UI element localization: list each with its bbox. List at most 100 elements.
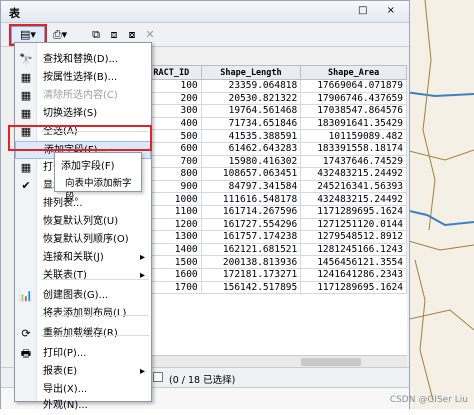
table-cell[interactable]: 15980.416302 (200, 154, 302, 169)
title-bar[interactable]: 表 □ × (1, 1, 409, 23)
menu-separator (41, 315, 149, 316)
menu-item-label: 外观(N)... (43, 400, 88, 411)
menu-item-label: 清除所选内容(C) (43, 90, 118, 101)
table-row[interactable]: 1200 161727.554296 1271251120.0144 (141, 217, 407, 232)
table-cell[interactable]: 245216341.56393 (300, 179, 407, 194)
menu-item-1[interactable]: ▦ 按属性选择(B)... (15, 69, 151, 87)
menu-item-label: 将表添加到布局(L) (43, 308, 127, 319)
table-cell[interactable]: 41535.388591 (200, 129, 302, 143)
menu-item-15[interactable]: ⟳ 重新加载缓存(R) (15, 325, 151, 343)
menu-item-icon (19, 383, 33, 397)
table-cell[interactable]: 19764.561468 (200, 104, 302, 118)
table-cell[interactable]: 108657.063451 (200, 167, 302, 181)
tooltip-text: 向表中添加新字段。 (65, 178, 132, 203)
menu-item-icon (19, 269, 33, 283)
table-cell[interactable]: 17906746.437659 (300, 91, 407, 106)
table-row[interactable]: 100 23359.064818 17669064.071879 (141, 79, 407, 93)
table-row[interactable]: 1000 111616.548178 432483215.24492 (141, 192, 407, 206)
menu-item-icon: 📊 (19, 289, 33, 302)
menu-item-label: 重新加载缓存(R) (43, 328, 118, 339)
table-cell[interactable]: 17669064.071879 (300, 79, 407, 93)
window-controls[interactable]: □ × (358, 5, 403, 16)
table-row[interactable]: 1100 161714.267596 1171289695.1624 (141, 204, 407, 219)
scrollbar-thumb[interactable] (301, 358, 361, 366)
table-cell[interactable]: 1171289695.1624 (300, 204, 407, 219)
table-row[interactable]: 1400 162121.681521 1281245166.1243 (141, 242, 407, 257)
menu-item-label: 报表(E) (43, 366, 78, 377)
horizontal-scrollbar[interactable] (141, 355, 407, 367)
table-cell[interactable]: 161727.554296 (200, 217, 302, 232)
menu-item-icon: ▦ (20, 89, 32, 102)
table-cell[interactable]: 183391558.18174 (300, 141, 407, 156)
window-title: 表 (9, 7, 20, 20)
table-cell[interactable]: 156142.517895 (200, 280, 302, 295)
table-cell[interactable]: 432483215.24492 (300, 192, 407, 206)
menu-item-19[interactable]: 外观(N)... (15, 397, 151, 415)
table-cell[interactable]: 23359.064818 (200, 79, 302, 93)
table-cell[interactable]: 111616.548178 (200, 192, 302, 206)
menu-item-label: 全选(A) (43, 123, 78, 141)
table-cell[interactable]: 162121.681521 (200, 242, 302, 257)
table-cell[interactable]: 172181.173271 (200, 267, 302, 282)
menu-item-13[interactable]: 📊 创建图表(G)... (15, 287, 151, 305)
menu-separator (41, 131, 149, 132)
menu-item-icon (19, 307, 33, 321)
table-row[interactable]: 700 15980.416302 17437646.74529 (141, 154, 407, 169)
table-row[interactable]: 1300 161757.174238 1279548512.8912 (141, 230, 407, 244)
table-cell[interactable]: 1456456121.3554 (300, 255, 407, 269)
table-cell[interactable]: 61462.643283 (200, 141, 302, 156)
menu-item-12[interactable]: 关联表(T) ▸ (15, 267, 151, 285)
menu-item-2[interactable]: ▦ 清除所选内容(C) (15, 87, 151, 105)
table-row[interactable]: 500 41535.388591 101159089.482 (141, 129, 407, 143)
menu-item-label: 查找和替换(D)... (43, 54, 119, 65)
table-cell[interactable]: 1279548512.8912 (300, 230, 407, 244)
table-row[interactable]: 200 20530.821322 17906746.437659 (141, 91, 407, 106)
table-row[interactable]: 1700 156142.517895 1171289695.1624 (141, 280, 407, 295)
table-row[interactable]: 300 19764.561468 17038547.864576 (141, 104, 407, 118)
table-cell[interactable]: 84797.341584 (200, 179, 302, 194)
menu-item-icon (19, 197, 33, 211)
menu-item-16[interactable]: 🖶 打印(P)... (15, 345, 151, 363)
menu-item-label: 切换选择(S) (43, 108, 98, 119)
menu-item-icon (19, 215, 33, 229)
table-cell[interactable]: 71734.651846 (200, 116, 302, 131)
table-row[interactable]: 1500 200138.813936 1456456121.3554 (141, 255, 407, 269)
table-cell[interactable]: 183091641.35429 (300, 116, 407, 131)
table-cell[interactable]: 1271251120.0144 (300, 217, 407, 232)
table-cell[interactable]: 20530.821322 (200, 91, 302, 106)
table-row[interactable]: 1600 172181.173271 1241641286.2343 (141, 267, 407, 282)
table-row[interactable]: 800 108657.063451 432483215.24492 (141, 167, 407, 181)
menu-item-10[interactable]: 恢复默认列顺序(O) (15, 231, 151, 249)
menu-item-9[interactable]: 恢复默认列宽(U) (15, 213, 151, 231)
add-field-tooltip: 添加字段(F) 向表中添加新字段。 (54, 152, 142, 203)
table-cell[interactable]: 1171289695.1624 (300, 280, 407, 295)
table-row[interactable]: 900 84797.341584 245216341.56393 (141, 179, 407, 194)
show-selected-toggle[interactable] (153, 372, 163, 382)
menu-item-11[interactable]: 连接和关联(J) ▸ (15, 249, 151, 267)
attribute-table-grid[interactable]: RACT_ID Shape_Length Shape_Area 100 23359… (141, 65, 407, 355)
submenu-arrow-icon: ▸ (139, 270, 145, 281)
table-row[interactable]: 400 71734.651846 183091641.35429 (141, 116, 407, 131)
table-cell[interactable]: 17038547.864576 (300, 104, 407, 118)
menu-item-17[interactable]: 报表(E) ▸ (15, 363, 151, 381)
menu-item-0[interactable]: 🔭 查找和替换(D)... (15, 51, 151, 69)
table-cell[interactable]: 1281245166.1243 (300, 242, 407, 257)
menu-item-14[interactable]: 将表添加到布局(L) (15, 305, 151, 323)
table-cell[interactable]: 161757.174238 (200, 230, 302, 244)
menu-item-3[interactable]: ▦ 切换选择(S) (15, 105, 151, 123)
column-header-shape-length[interactable]: Shape_Length (200, 65, 302, 80)
menu-item-label: 打印(P)... (43, 348, 87, 359)
table-cell[interactable]: 432483215.24492 (300, 167, 407, 181)
table-cell[interactable]: 200138.813936 (200, 255, 302, 269)
map-view[interactable] (405, 0, 474, 409)
menu-item-4[interactable]: ▦ 全选(A) (15, 123, 151, 141)
table-cell[interactable]: 101159089.482 (300, 129, 407, 143)
menu-separator (41, 335, 149, 336)
column-header-shape-area[interactable]: Shape_Area (300, 65, 407, 80)
table-cell[interactable]: 161714.267596 (200, 204, 302, 219)
table-cell[interactable]: 17437646.74529 (300, 154, 407, 169)
menu-item-icon (19, 233, 33, 247)
menu-item-label: 关联表(T) (43, 270, 87, 281)
table-cell[interactable]: 1241641286.2343 (300, 267, 407, 282)
table-row[interactable]: 600 61462.643283 183391558.18174 (141, 141, 407, 156)
